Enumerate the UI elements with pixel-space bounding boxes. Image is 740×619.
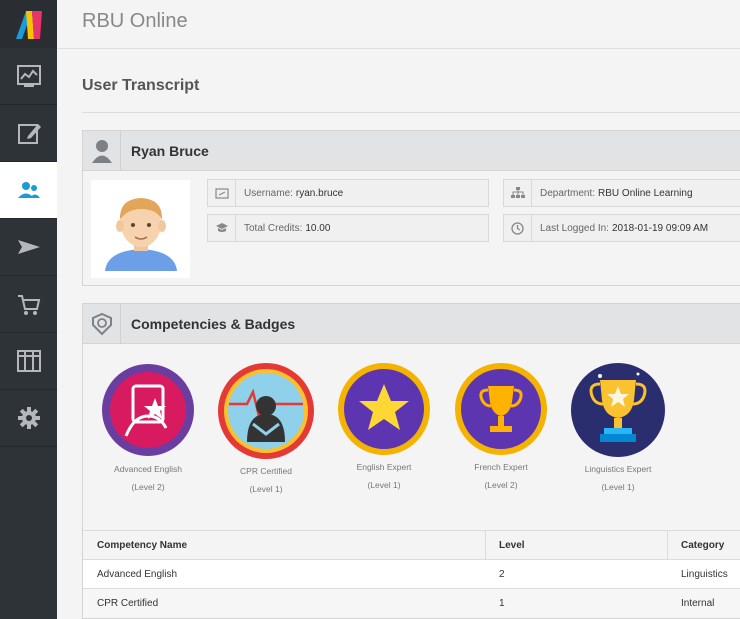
username-field: Username: ryan.bruce — [207, 179, 489, 207]
last-login-value: 2018-01-19 09:09 AM — [611, 222, 709, 234]
username-label: Username: — [244, 187, 293, 199]
credits-field: Total Credits: 10.00 — [207, 214, 489, 242]
page-title: User Transcript — [82, 77, 200, 94]
badge-level: (Level 2) — [484, 480, 518, 490]
sidebar-item-users[interactable] — [0, 162, 57, 219]
id-card-icon — [208, 180, 236, 206]
user-panel-header: Ryan Bruce — [83, 130, 740, 171]
cell-category: Internal — [681, 598, 715, 609]
column-divider — [485, 531, 486, 560]
users-icon — [17, 182, 40, 198]
credits-value: 10.00 — [305, 222, 331, 234]
column-header-level[interactable]: Level — [499, 540, 525, 551]
badge-advanced-english-icon — [102, 364, 194, 456]
sidebar-item-settings[interactable] — [0, 390, 57, 447]
badge-level: (Level 1) — [249, 484, 283, 494]
table-row[interactable]: Advanced English 2 Linguistics — [83, 559, 740, 588]
badge-level: (Level 1) — [367, 480, 401, 490]
sidebar-item-edit[interactable] — [0, 105, 57, 162]
badges-panel-header: Competencies & Badges — [83, 303, 740, 344]
table-row[interactable]: CPR Certified 1 Internal — [83, 588, 740, 617]
badge-french-expert-icon — [455, 363, 547, 455]
badge-french-expert[interactable]: French Expert (Level 2) — [441, 362, 561, 490]
badge-name: Advanced English — [113, 464, 183, 474]
sidebar-item-send[interactable] — [0, 219, 57, 276]
badge-linguistics-expert-icon — [571, 363, 665, 457]
user-panel: Ryan Bruce Username: ryan.bruce Total Cr… — [82, 130, 740, 286]
cell-competency-name: CPR Certified — [97, 598, 159, 609]
username-value: ryan.bruce — [295, 187, 344, 199]
divider — [82, 112, 740, 113]
badges-panel: Competencies & Badges Advanced English (… — [82, 303, 740, 619]
column-header-category[interactable]: Category — [681, 540, 724, 551]
badge-advanced-english[interactable]: Advanced English (Level 2) — [88, 362, 208, 492]
clock-icon — [504, 215, 532, 241]
cell-level: 2 — [499, 569, 505, 580]
cart-icon — [17, 295, 40, 315]
department-value: RBU Online Learning — [598, 187, 693, 199]
columns-icon — [16, 350, 41, 372]
app-logo[interactable] — [0, 0, 57, 48]
sidebar-item-columns[interactable] — [0, 333, 57, 390]
column-divider — [667, 531, 668, 560]
cell-competency-name: Advanced English — [97, 569, 178, 580]
edit-icon — [17, 124, 41, 144]
badge-cpr-certified-icon — [218, 363, 314, 459]
competency-table: Competency Name Level Category Advanced … — [83, 530, 740, 617]
badge-name: English Expert — [356, 462, 412, 472]
send-icon — [17, 240, 40, 254]
badges-title: Competencies & Badges — [131, 315, 296, 332]
sidebar — [0, 0, 57, 619]
cell-level: 1 — [499, 598, 505, 609]
avatar-image — [104, 198, 177, 271]
sitemap-icon — [504, 180, 532, 206]
graduation-cap-icon — [208, 215, 236, 241]
last-login-label: Last Logged In: — [540, 222, 609, 234]
last-login-field: Last Logged In: 2018-01-19 09:09 AM — [503, 214, 740, 242]
user-name: Ryan Bruce — [131, 142, 209, 159]
credits-label: Total Credits: — [244, 222, 303, 234]
column-header-name[interactable]: Competency Name — [97, 540, 187, 551]
badge-english-expert-icon — [338, 363, 430, 455]
badge-name: French Expert — [474, 462, 528, 472]
sidebar-item-dashboard[interactable] — [0, 48, 57, 105]
user-icon — [83, 130, 121, 171]
avatar — [91, 180, 190, 278]
sidebar-item-cart[interactable] — [0, 276, 57, 333]
gear-icon — [17, 407, 40, 429]
department-field: Department: RBU Online Learning — [503, 179, 740, 207]
badge-cpr-certified[interactable]: CPR Certified (Level 1) — [206, 362, 326, 494]
logo-icon — [15, 11, 42, 39]
badge-name: CPR Certified — [240, 466, 292, 476]
badge-linguistics-expert[interactable]: Linguistics Expert (Level 1) — [558, 362, 678, 492]
badge-list: Advanced English (Level 2) CPR Certified… — [83, 345, 740, 531]
badge-name: Linguistics Expert — [584, 464, 652, 474]
shield-badge-icon — [83, 303, 121, 344]
table-header-row: Competency Name Level Category — [83, 530, 740, 560]
badge-level: (Level 1) — [601, 482, 635, 492]
cell-category: Linguistics — [681, 569, 728, 580]
badge-english-expert[interactable]: English Expert (Level 1) — [324, 362, 444, 490]
dashboard-icon — [16, 65, 41, 87]
app-title: RBU Online — [82, 10, 188, 32]
top-bar: RBU Online — [57, 0, 740, 49]
department-label: Department: — [540, 187, 596, 199]
badge-level: (Level 2) — [131, 482, 165, 492]
